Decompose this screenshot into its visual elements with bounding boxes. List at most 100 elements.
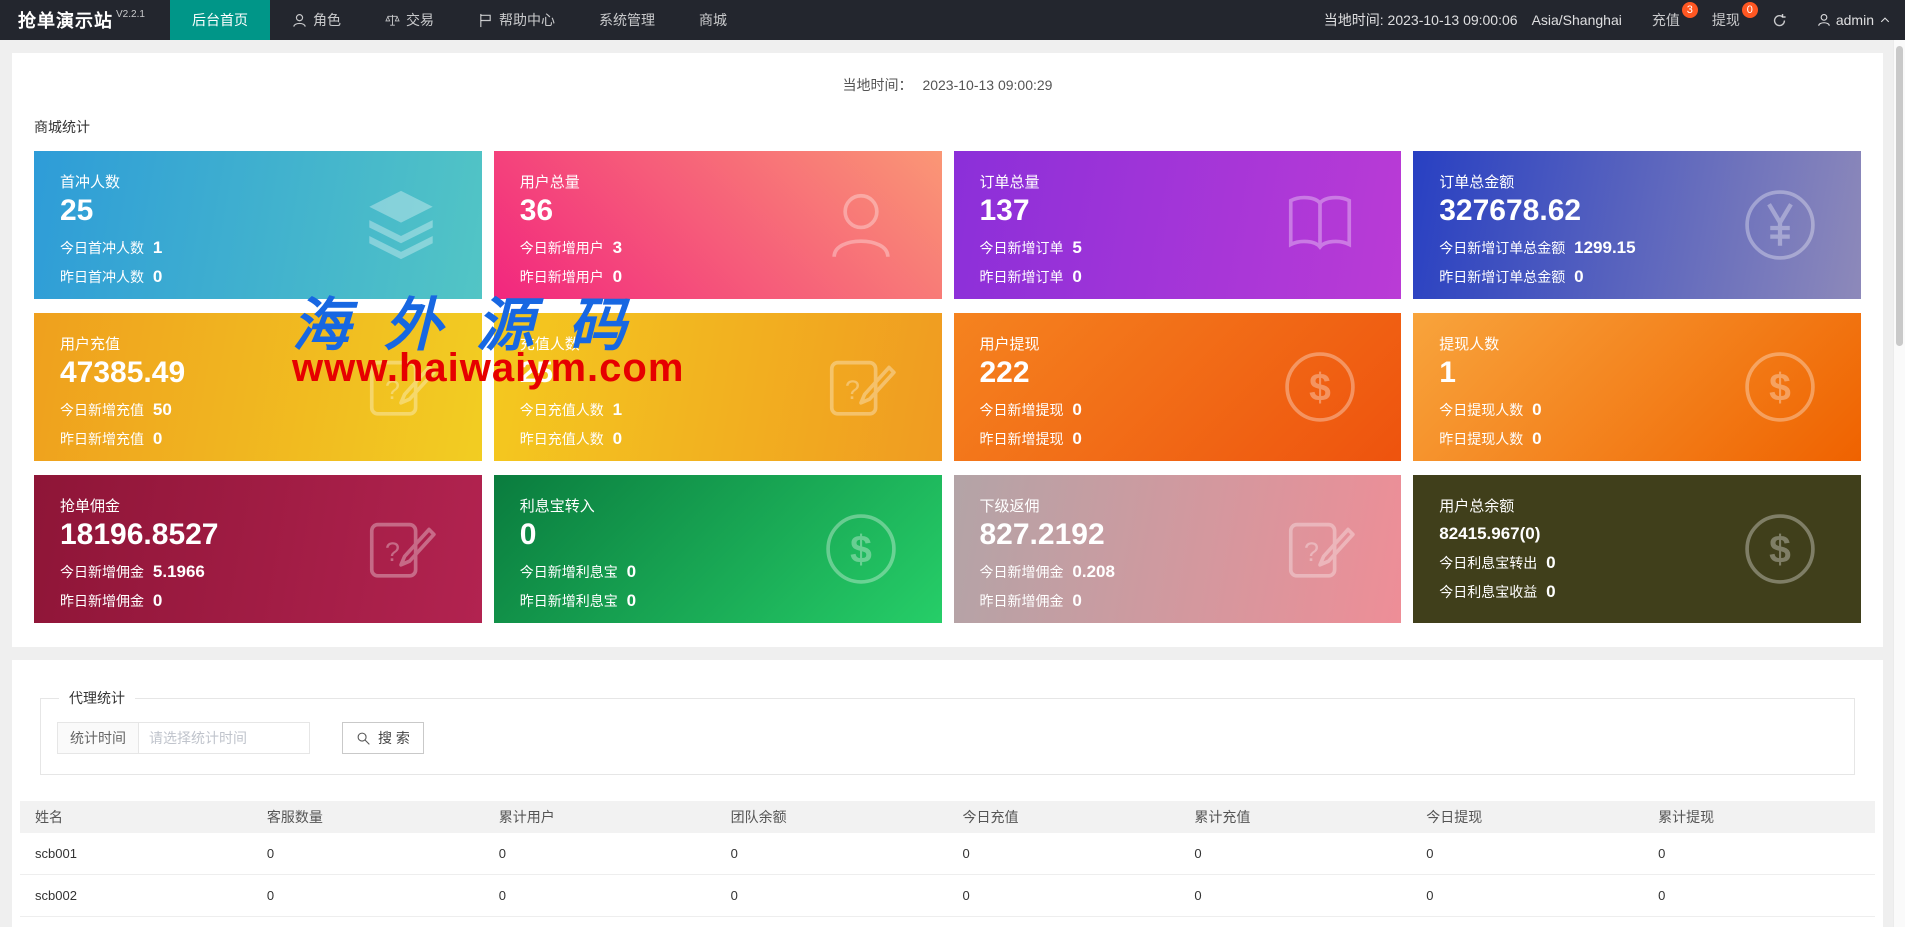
- table-cell: 0: [1179, 833, 1411, 875]
- svg-text:?: ?: [385, 537, 400, 567]
- svg-text:$: $: [1309, 366, 1331, 409]
- refresh-button[interactable]: [1756, 0, 1803, 40]
- brand[interactable]: 抢单演示站 V2.2.1: [0, 0, 170, 40]
- card-subline: 昨日新增利息宝 0: [520, 591, 916, 611]
- table-cell: 0: [1643, 875, 1875, 917]
- user-menu[interactable]: admin: [1803, 0, 1905, 40]
- layers-icon: [362, 186, 440, 264]
- navbar-timezone: Asia/Shanghai: [1532, 0, 1636, 40]
- yen-circle-icon: [1741, 186, 1819, 264]
- agent-panel: 代理统计 统计时间 搜 索 姓名客服数量累计用户团队余额今日充值累计充值今日提现…: [12, 660, 1883, 927]
- stat-card-5: 用户充值47385.49今日新增充值 50昨日新增充值 0?: [34, 313, 482, 461]
- table-cell: 0: [484, 875, 716, 917]
- table-cell: scb001: [20, 833, 252, 875]
- stat-card-4: 订单总金额327678.62今日新增订单总金额 1299.15昨日新增订单总金额…: [1413, 151, 1861, 299]
- page-local-time-label: 当地时间：: [843, 77, 913, 93]
- svg-text:?: ?: [385, 375, 400, 405]
- page-local-time-value: 2023-10-13 09:00:29: [922, 77, 1052, 93]
- card-subline: 昨日提现人数 0: [1439, 429, 1835, 449]
- user-icon: [1817, 13, 1831, 27]
- agent-fieldset: 代理统计 统计时间 搜 索: [40, 688, 1855, 775]
- nav-action-2[interactable]: 提现0: [1696, 0, 1756, 40]
- search-button-label: 搜 索: [378, 728, 410, 748]
- stat-time-input[interactable]: [138, 722, 310, 754]
- table-header-cell: 客服数量: [252, 801, 484, 833]
- table-cell: 0: [948, 833, 1180, 875]
- user-icon: [292, 13, 307, 28]
- card-subline: 昨日新增订单 0: [980, 267, 1376, 287]
- dollar-circle-icon: $: [822, 510, 900, 588]
- agent-table-header-row: 姓名客服数量累计用户团队余额今日充值累计充值今日提现累计提现: [20, 801, 1875, 833]
- nav-action-label: 充值: [1652, 10, 1680, 30]
- table-header-cell: 团队余额: [716, 801, 948, 833]
- navbar-right: 当地时间: 2023-10-13 09:00:06 Asia/Shanghai …: [1310, 0, 1905, 40]
- search-button[interactable]: 搜 索: [342, 722, 424, 754]
- card-subline: 昨日新增用户 0: [520, 267, 916, 287]
- stat-card-10: 利息宝转入0今日新增利息宝 0昨日新增利息宝 0$: [494, 475, 942, 623]
- stat-card-6: 充值人数25今日充值人数 1昨日充值人数 0?: [494, 313, 942, 461]
- table-cell: 0: [252, 833, 484, 875]
- card-subline: 昨日充值人数 0: [520, 429, 916, 449]
- table-cell: 0: [1411, 875, 1643, 917]
- stat-card-9: 抢单佣金18196.8527今日新增佣金 5.1966昨日新增佣金 0?: [34, 475, 482, 623]
- table-header-cell: 累计充值: [1179, 801, 1411, 833]
- agent-legend: 代理统计: [59, 688, 135, 708]
- nav-item-label: 帮助中心: [499, 10, 555, 30]
- search-icon: [356, 731, 371, 746]
- nav-item-label: 商城: [699, 10, 727, 30]
- svg-text:?: ?: [845, 375, 860, 405]
- table-cell: 0: [948, 875, 1180, 917]
- table-cell: 0: [1179, 917, 1411, 927]
- dollar-circle-icon: $: [1281, 348, 1359, 426]
- nav-item-3[interactable]: 交易: [363, 0, 456, 40]
- table-cell: 0: [1411, 833, 1643, 875]
- table-cell: sc003: [20, 917, 252, 927]
- dollar-circle-icon: $: [1741, 510, 1819, 588]
- edit-note-icon: ?: [362, 510, 440, 588]
- table-cell: scb002: [20, 875, 252, 917]
- agent-table: 姓名客服数量累计用户团队余额今日充值累计充值今日提现累计提现 scb001000…: [20, 801, 1875, 927]
- table-header-cell: 姓名: [20, 801, 252, 833]
- table-cell: 0: [1411, 917, 1643, 927]
- table-row[interactable]: scb0010000000: [20, 833, 1875, 875]
- nav-item-5[interactable]: 系统管理: [577, 0, 677, 40]
- stat-card-12: 用户总余额82415.967(0)今日利息宝转出 0今日利息宝收益 0$: [1413, 475, 1861, 623]
- table-row[interactable]: sc0030000000: [20, 917, 1875, 927]
- book-icon: [1281, 186, 1359, 264]
- scales-icon: [385, 13, 400, 28]
- table-cell: 0: [252, 917, 484, 927]
- stat-card-3: 订单总量137今日新增订单 5昨日新增订单 0: [954, 151, 1402, 299]
- stats-cards: 首冲人数25今日首冲人数 1昨日首冲人数 0用户总量36今日新增用户 3昨日新增…: [12, 151, 1883, 623]
- table-row[interactable]: scb0020000000: [20, 875, 1875, 917]
- table-cell: 0: [484, 917, 716, 927]
- stats-title: 商城统计: [12, 101, 1883, 151]
- nav-action-1[interactable]: 充值3: [1636, 0, 1696, 40]
- vertical-scrollbar[interactable]: [1893, 40, 1905, 927]
- table-cell: 0: [716, 875, 948, 917]
- nav-item-label: 角色: [313, 10, 341, 30]
- nav-item-1[interactable]: 后台首页: [170, 0, 270, 40]
- table-cell: 0: [948, 917, 1180, 927]
- nav-item-4[interactable]: 帮助中心: [456, 0, 577, 40]
- brand-version: V2.2.1: [116, 9, 145, 20]
- svg-text:$: $: [1769, 528, 1791, 571]
- dollar-circle-icon: $: [1741, 348, 1819, 426]
- stat-card-1: 首冲人数25今日首冲人数 1昨日首冲人数 0: [34, 151, 482, 299]
- table-cell: 0: [716, 917, 948, 927]
- table-header-cell: 今日充值: [948, 801, 1180, 833]
- table-cell: 0: [1643, 833, 1875, 875]
- table-cell: 0: [252, 875, 484, 917]
- svg-text:$: $: [1769, 366, 1791, 409]
- svg-text:?: ?: [1304, 537, 1319, 567]
- flag-icon: [478, 13, 493, 28]
- stat-time-label: 统计时间: [57, 722, 139, 754]
- nav-item-2[interactable]: 角色: [270, 0, 363, 40]
- card-subline: 昨日新增佣金 0: [60, 591, 456, 611]
- nav-item-6[interactable]: 商城: [677, 0, 749, 40]
- scrollbar-thumb[interactable]: [1896, 46, 1903, 346]
- edit-note-icon: ?: [362, 348, 440, 426]
- page-body: 当地时间： 2023-10-13 09:00:29 商城统计 首冲人数25今日首…: [0, 40, 1905, 927]
- main-menu: 后台首页 角色 交易 帮助中心 系统管理 商城: [170, 0, 749, 40]
- table-cell: 0: [716, 833, 948, 875]
- stat-card-2: 用户总量36今日新增用户 3昨日新增用户 0: [494, 151, 942, 299]
